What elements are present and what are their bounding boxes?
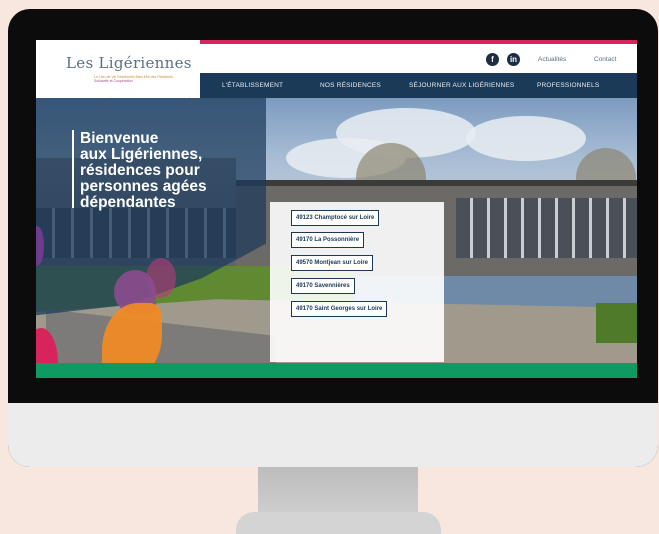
link-contact[interactable]: Contact bbox=[594, 56, 616, 63]
monitor-stand-base bbox=[236, 512, 441, 534]
location-button-montjean[interactable]: 49570 Montjean sur Loire bbox=[291, 255, 374, 271]
logo-tagline-2: Solidarité et Coopération bbox=[94, 79, 133, 83]
location-button-savennieres[interactable]: 49170 Savennières bbox=[291, 278, 355, 294]
location-button-champtoce[interactable]: 49123 Champtocé sur Loire bbox=[291, 210, 380, 226]
accent-strip bbox=[200, 40, 637, 44]
link-actualites[interactable]: Actualités bbox=[538, 56, 566, 63]
main-nav: L'ÉTABLISSEMENT NOS RÉSIDENCES SÉJOURNER… bbox=[200, 73, 637, 98]
cloud bbox=[466, 116, 586, 161]
nav-item-etablissement[interactable]: L'ÉTABLISSEMENT bbox=[222, 82, 283, 89]
location-button-possonniere[interactable]: 49170 La Possonnière bbox=[291, 232, 365, 248]
linkedin-icon[interactable]: in bbox=[507, 53, 520, 66]
welcome-heading: Bienvenue aux Ligériennes, résidences po… bbox=[80, 130, 207, 211]
website-screen: Les Ligériennes Le Lieu de Vie Résidenti… bbox=[36, 40, 637, 378]
facebook-icon[interactable]: f bbox=[486, 53, 499, 66]
footer-green-band bbox=[36, 363, 637, 378]
nav-item-sejourner[interactable]: SÉJOURNER AUX LIGÉRIENNES bbox=[409, 82, 514, 89]
hero-banner: Bienvenue aux Ligériennes, résidences po… bbox=[36, 98, 637, 363]
logo-text[interactable]: Les Ligériennes bbox=[66, 54, 192, 72]
site-header: Les Ligériennes Le Lieu de Vie Résidenti… bbox=[36, 40, 637, 114]
welcome-accent-line bbox=[72, 130, 74, 208]
monitor-chin bbox=[8, 403, 658, 467]
hero-building-windows bbox=[456, 198, 637, 258]
hero-lawn-right bbox=[596, 303, 637, 343]
nav-item-professionnels[interactable]: PROFESSIONNELS bbox=[537, 82, 599, 89]
location-button-saint-georges[interactable]: 49170 Saint Georges sur Loire bbox=[291, 301, 388, 317]
nav-item-residences[interactable]: NOS RÉSIDENCES bbox=[320, 82, 381, 89]
monitor-stand-neck bbox=[258, 467, 418, 517]
